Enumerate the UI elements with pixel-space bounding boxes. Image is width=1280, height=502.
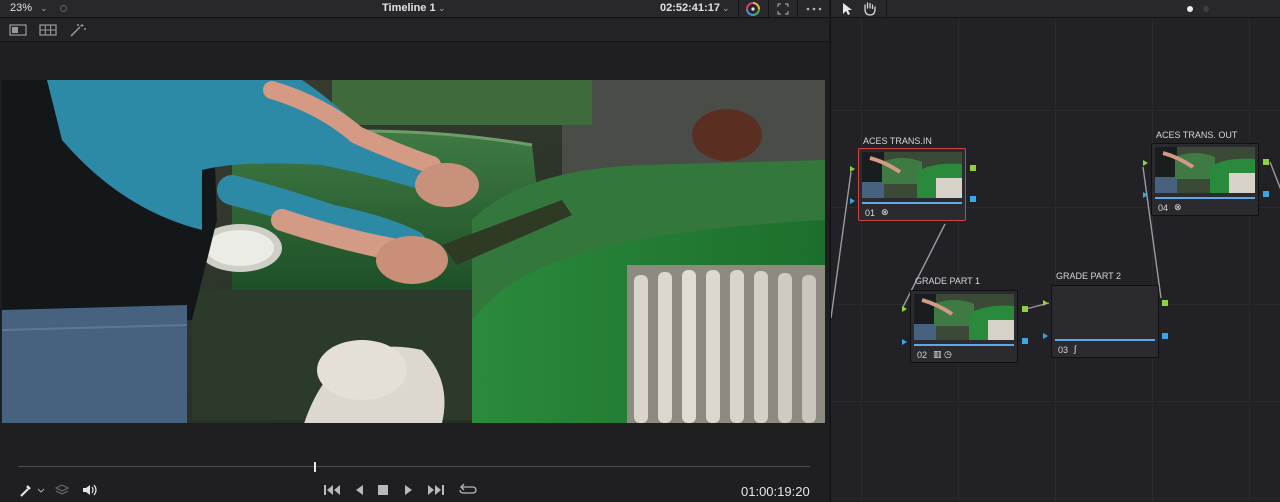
node-label: GRADE PART 2 <box>1056 271 1122 281</box>
node-tool-icons: ∫ <box>1074 344 1077 354</box>
node-thumbnail <box>914 294 1014 340</box>
alpha-output-port[interactable] <box>1263 191 1269 197</box>
stop-icon[interactable] <box>377 483 389 497</box>
scrubber-track[interactable] <box>18 466 810 467</box>
node-link-bar <box>1155 197 1255 199</box>
zoom-level-dropdown[interactable]: 23% <box>10 2 32 14</box>
node-grade-part-2[interactable]: 03 ∫ <box>1051 285 1159 358</box>
grid-viewer-icon[interactable] <box>39 23 57 37</box>
alpha-input-port[interactable] <box>1143 192 1148 198</box>
reverse-icon[interactable] <box>353 483 365 497</box>
viewer-panel: 23% ⌄ Timeline 1 ⌄ 02:52:41:17 ⌄ 01:00:1… <box>0 0 829 502</box>
rgb-input-port[interactable] <box>902 306 907 312</box>
alpha-input-port[interactable] <box>1043 333 1048 339</box>
node-thumbnail <box>862 152 962 198</box>
divider <box>768 0 769 18</box>
expand-icon[interactable] <box>777 3 789 15</box>
rgb-output-port[interactable] <box>1263 159 1269 165</box>
alpha-input-port[interactable] <box>850 198 855 204</box>
more-options-icon[interactable] <box>806 6 822 12</box>
magic-wand-icon[interactable] <box>69 23 87 37</box>
node-connections <box>831 161 1280 319</box>
play-icon[interactable] <box>403 483 415 497</box>
node-tool-icons: ⊗ <box>1174 202 1182 212</box>
rgb-input-port[interactable] <box>1043 300 1048 306</box>
node-tool-icons: ⊗ <box>881 207 889 217</box>
rgb-input-port[interactable] <box>1143 160 1148 166</box>
timeline-name-dropdown[interactable]: Timeline 1 <box>382 2 436 14</box>
node-aces-trans-in[interactable]: 01 ⊗ <box>858 148 966 221</box>
node-label: ACES TRANS. OUT <box>1156 130 1238 140</box>
divider <box>738 0 739 18</box>
alpha-output-port[interactable] <box>1022 338 1028 344</box>
color-wheel-icon[interactable] <box>745 1 761 17</box>
video-image <box>2 80 825 423</box>
layers-icon[interactable] <box>54 483 70 497</box>
playhead[interactable] <box>314 462 316 472</box>
divider <box>797 0 798 18</box>
go-to-end-icon[interactable] <box>427 483 445 497</box>
chevron-down-icon[interactable]: ⌄ <box>40 3 48 14</box>
alpha-output-port[interactable] <box>1162 333 1168 339</box>
rgb-output-port[interactable] <box>1162 300 1168 306</box>
node-editor[interactable]: ACES TRANS.IN 01 ⊗ GRADE PART 1 02 ▥ ◷ G… <box>830 0 1280 502</box>
alpha-output-port[interactable] <box>970 196 976 202</box>
node-number: 01 <box>865 208 876 218</box>
node-thumbnail <box>1155 147 1255 193</box>
rgb-output-port[interactable] <box>1022 306 1028 312</box>
node-label: ACES TRANS.IN <box>863 136 932 146</box>
node-number: 04 <box>1158 203 1169 213</box>
node-tool-icons: ▥ ◷ <box>933 349 952 359</box>
loop-icon[interactable] <box>458 483 478 497</box>
video-frame[interactable] <box>2 80 825 423</box>
rgb-output-port[interactable] <box>970 165 976 171</box>
eyedropper-icon[interactable] <box>19 483 45 497</box>
node-number: 03 <box>1058 345 1069 355</box>
alpha-input-port[interactable] <box>902 339 907 345</box>
node-link-bar <box>1055 339 1155 341</box>
viewer-header: 23% ⌄ Timeline 1 ⌄ 02:52:41:17 ⌄ <box>0 0 829 18</box>
single-viewer-icon[interactable] <box>9 23 27 37</box>
zoom-toggle-icon[interactable] <box>60 5 67 12</box>
radiator-grill <box>627 265 825 423</box>
record-timecode: 01:00:19:20 <box>741 484 810 499</box>
node-grade-part-1[interactable]: 02 ▥ ◷ <box>910 290 1018 363</box>
rgb-input-port[interactable] <box>850 166 855 172</box>
node-aces-trans-out[interactable]: 04 ⊗ <box>1151 143 1259 216</box>
source-timecode[interactable]: 02:52:41:17 <box>660 2 720 14</box>
volume-icon[interactable] <box>81 483 99 497</box>
chevron-down-icon[interactable]: ⌄ <box>438 3 446 14</box>
node-number: 02 <box>917 350 928 360</box>
viewer-toolbar <box>0 19 829 42</box>
node-link-bar <box>914 344 1014 346</box>
node-link-bar <box>862 202 962 204</box>
go-to-start-icon[interactable] <box>323 483 341 497</box>
node-label: GRADE PART 1 <box>915 276 981 286</box>
chevron-down-icon[interactable]: ⌄ <box>722 3 730 14</box>
transport-controls <box>0 478 829 502</box>
